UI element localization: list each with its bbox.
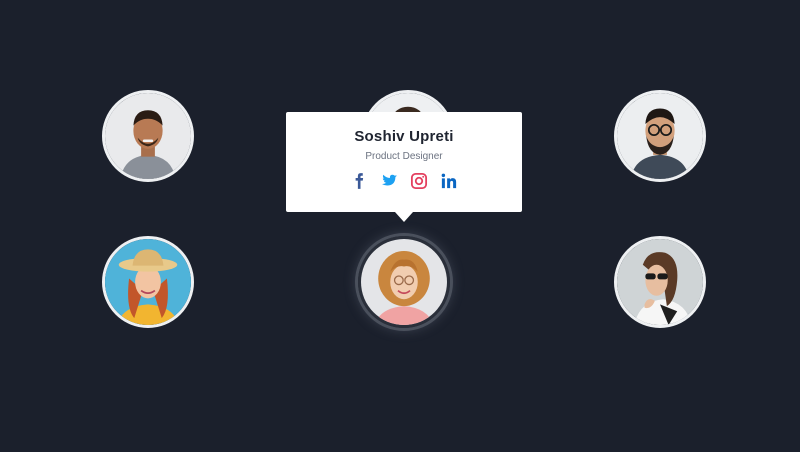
member-tooltip-card: Soshiv Upreti Product Designer [286, 112, 522, 222]
team-member-avatar-6[interactable] [614, 236, 706, 328]
team-member-avatar-4[interactable] [102, 236, 194, 328]
team-member-avatar-3[interactable] [614, 90, 706, 182]
social-links [286, 172, 522, 190]
person-photo [105, 239, 191, 325]
twitter-icon[interactable] [380, 172, 398, 190]
person-photo [361, 239, 447, 325]
person-photo [617, 93, 703, 179]
person-photo [617, 239, 703, 325]
member-role: Product Designer [365, 151, 443, 162]
team-member-avatar-5[interactable] [358, 236, 450, 328]
facebook-icon[interactable] [350, 172, 368, 190]
member-name: Soshiv Upreti [354, 128, 454, 145]
person-photo [105, 93, 191, 179]
team-member-avatar-1[interactable] [102, 90, 194, 182]
instagram-icon[interactable] [410, 172, 428, 190]
linkedin-icon[interactable] [440, 172, 458, 190]
